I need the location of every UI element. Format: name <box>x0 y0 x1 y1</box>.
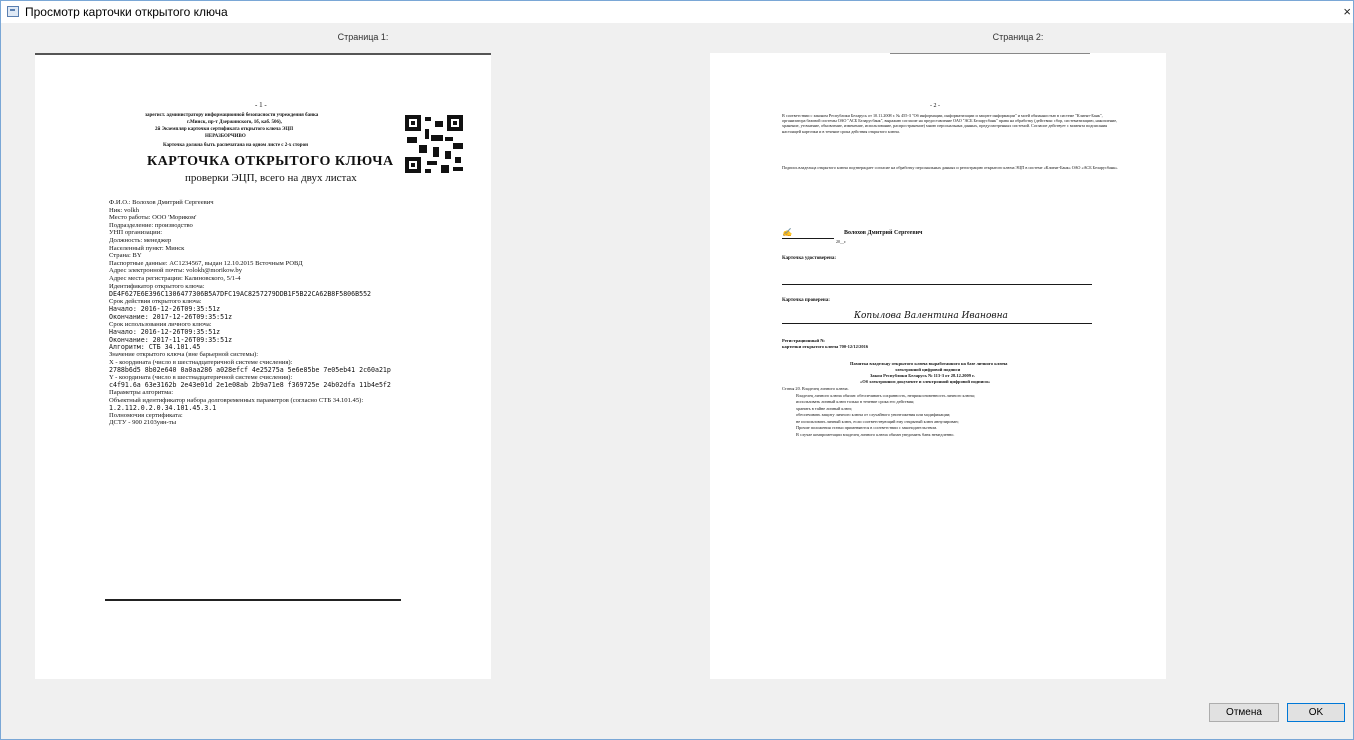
page2-signer-name: Волохов Дмитрий Сергеевич <box>844 230 923 236</box>
page1-header-line: г.Минск, пр-т Дзержинского, 1б, каб. 506… <box>187 120 282 125</box>
page1-field-line: Y - координата (число в шестнадцатерично… <box>109 373 293 381</box>
close-icon[interactable]: × <box>1343 4 1351 19</box>
page1-field-line: Адрес электронной почты: volokh@morikow.… <box>109 267 242 275</box>
page1-field-line: ДСТУ - 900 2103уян-ты <box>109 419 177 427</box>
page1-field-line: Объектный идентификатор набора долговрем… <box>109 396 364 404</box>
page1-field-line: Идентификатор открытого ключа: <box>109 282 205 290</box>
ok-button[interactable]: OK <box>1287 703 1345 722</box>
reg-number-label: Регистрационный № <box>782 338 825 343</box>
card-viewer-window: Просмотр карточки открытого ключа × Стра… <box>0 0 1354 740</box>
memo-heading: Памятка владельцу открытого ключа вырабо… <box>850 361 1008 366</box>
page1-field-line: Значение открытого ключа (вне барьерной … <box>109 351 259 358</box>
memo-line: использовать личный ключ только в течени… <box>796 399 915 404</box>
page1-field-line: Ф.И.О.: Волохов Дмитрий Сергеевич <box>109 199 214 206</box>
memo-line: Прочие положения статьи применяются в со… <box>796 425 938 430</box>
page1-field-line: Срок действия открытого ключа: <box>109 297 202 305</box>
page2-date: 20__г. <box>836 239 847 244</box>
memo-heading: Закон Республики Беларусь № 113-З от 28.… <box>870 373 975 378</box>
checker-signature: Копылова Валентина Ивановна <box>854 311 1008 321</box>
page1-field-line: Населенный пункт: Минск <box>109 244 185 252</box>
page1-header-line: зарегист. администратору информационной … <box>145 113 319 118</box>
memo-heading: «Об электронном документе и электронной … <box>860 379 991 384</box>
page1-field-line: Страна: BY <box>109 252 142 260</box>
cancel-button[interactable]: Отмена <box>1209 703 1279 722</box>
page1-field-line: Паспортные данные: AC1234567, выдан 12.1… <box>109 259 303 267</box>
page1-header-line: Карточка должна быть распечатана на одно… <box>163 143 308 148</box>
reg-card-label: карточки открытого ключа 700-12/12/2016 <box>782 344 869 349</box>
page1-preview[interactable]: - 1 - зарегист. администратору информаци… <box>35 53 491 679</box>
memo-line: обеспечивать защиту личного ключа от слу… <box>796 412 951 417</box>
memo-line: Статья 20. Владелец личного ключа. <box>782 386 849 391</box>
page1-field-line: Адрес места регистрации: Калиновского, 5… <box>109 275 241 282</box>
page2-consent-text: Подпись владельца открытого ключа подтве… <box>782 165 1119 170</box>
page1-header-line: НЕРАЗБОРЧИВО <box>205 134 246 139</box>
page1-number: - 1 - <box>255 101 267 109</box>
page1-field-line: X - координата (число в шестнадцатерично… <box>109 358 293 366</box>
page1-field-line: Полномочия сертификата: <box>109 411 183 419</box>
page1-field-line: Параметры алгоритма: <box>109 389 174 396</box>
page1-title: КАРТОЧКА ОТКРЫТОГО КЛЮЧА <box>147 154 394 169</box>
page2-number: - 2 - <box>930 103 940 109</box>
page1-field-line: Подразделение: производство <box>109 221 193 229</box>
page2-label: Страница 2: <box>992 32 1044 42</box>
page1-field-line: Срок использования личного ключа: <box>109 320 212 328</box>
page1-header-line: 2й Экземпляр карточки сертификата открыт… <box>155 127 294 132</box>
page1-field-line: УНП организации: <box>109 229 163 237</box>
page2-preview[interactable]: - 2 - В соответствии с законом Республик… <box>710 53 1166 679</box>
memo-line: Владелец личного ключа обязан: обеспечив… <box>796 392 975 398</box>
page1-field-line: Место работы: ООО 'Мориком' <box>109 214 197 222</box>
window-icon <box>7 6 19 17</box>
card-verified-label: Карточка удостоверена: <box>782 256 837 261</box>
window-title: Просмотр карточки открытого ключа <box>25 5 228 19</box>
qr-code <box>405 115 463 173</box>
page1-label: Страница 1: <box>337 32 389 42</box>
page1-field-line: Ник: volkh <box>109 206 139 214</box>
memo-line: не использовать личный ключ, если соотве… <box>796 418 959 424</box>
page2-intro-text: В соответствии с законом Республики Бела… <box>782 113 1118 134</box>
title-bar: Просмотр карточки открытого ключа × <box>1 1 1353 23</box>
card-checked-label: Карточка проверена: <box>782 298 830 303</box>
owner-signature: ✍ <box>782 228 792 237</box>
page1-field-line: Должность: менеджер <box>109 237 172 244</box>
memo-line: В случае компрометации владелец личного … <box>796 431 955 437</box>
memo-line: хранить в тайне личный ключ; <box>796 405 853 411</box>
memo-heading: электронной цифровой подписи <box>895 367 961 372</box>
page1-subtitle: проверки ЭЦП, всего на двух листах <box>185 172 357 184</box>
